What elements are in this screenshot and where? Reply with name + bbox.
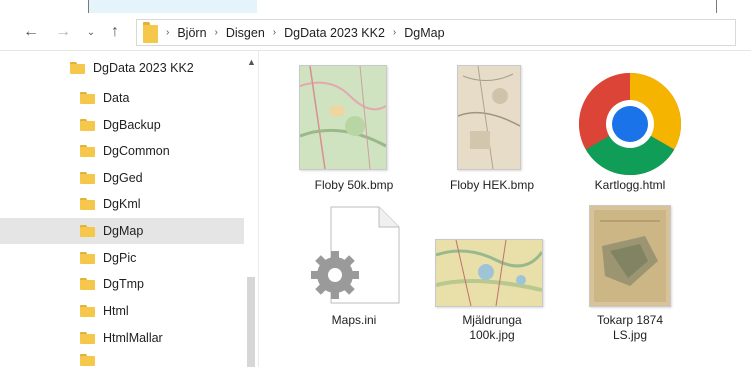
sidebar-item-label: Data: [103, 91, 130, 105]
map-thumbnail: [457, 65, 521, 170]
recent-locations-button[interactable]: ⌄: [80, 21, 102, 43]
chevron-down-icon: ⌄: [86, 26, 96, 38]
breadcrumb-dgmap[interactable]: DgMap: [404, 26, 444, 40]
file-name: Maps.ini: [331, 313, 377, 327]
chevron-right-icon: ›: [214, 27, 218, 38]
folder-icon: [80, 92, 95, 104]
sidebar-item-label: DgCommon: [103, 144, 170, 158]
folder-icon: [80, 172, 95, 184]
sidebar-item-label: DgKml: [103, 197, 141, 211]
folder-icon: [80, 225, 95, 237]
sidebar-item-data[interactable]: Data: [0, 85, 244, 111]
folder-icon: [80, 119, 95, 131]
sidebar-item-dgmap[interactable]: DgMap: [0, 218, 244, 244]
sidebar-scrollbar[interactable]: ▲: [244, 51, 258, 367]
sidebar-item-label: HtmlMallar: [103, 331, 163, 345]
file-name-line: LS.jpg: [612, 328, 648, 342]
sidebar-item-dgbackup[interactable]: DgBackup: [0, 112, 244, 138]
sidebar-item-dgkml[interactable]: DgKml: [0, 191, 244, 217]
file-item[interactable]: Mjäldrunga 100k.jpg: [427, 201, 557, 346]
chevron-right-icon: ›: [392, 27, 397, 38]
sidebar-item-label: DgMap: [103, 224, 144, 238]
forward-arrow-icon: →: [55, 23, 71, 40]
sidebar-item-label: DgGed: [103, 171, 143, 185]
address-bar[interactable]: › Björn › Disgen › DgData 2023 KK2 › DgM…: [136, 19, 736, 46]
back-button[interactable]: ←: [20, 21, 42, 43]
file-name: Kartlogg.html: [594, 178, 666, 192]
sidebar-item-label: DgTmp: [103, 277, 144, 291]
file-name: Floby 50k.bmp: [314, 178, 394, 192]
folder-icon: [70, 62, 85, 74]
file-item[interactable]: Maps.ini: [289, 201, 419, 346]
map-thumbnail: [435, 239, 543, 307]
breadcrumb-bjorn[interactable]: Björn: [177, 26, 206, 40]
file-item[interactable]: Kartlogg.html: [565, 61, 695, 196]
breadcrumb-dgdata[interactable]: DgData 2023 KK2: [284, 26, 385, 40]
file-item[interactable]: Floby HEK.bmp: [427, 61, 557, 196]
map-thumbnail: [589, 205, 671, 307]
strip-edge: [716, 0, 717, 13]
back-arrow-icon: ←: [23, 23, 39, 40]
sidebar-item-label: Html: [103, 304, 129, 318]
breadcrumb-disgen[interactable]: Disgen: [226, 26, 265, 40]
folder-icon: [80, 278, 95, 290]
file-name: Floby HEK.bmp: [449, 178, 535, 192]
scrollbar-thumb[interactable]: [247, 277, 255, 367]
scroll-up-icon[interactable]: ▲: [247, 57, 256, 67]
up-button[interactable]: ↑: [104, 21, 126, 43]
strip-selection: [88, 0, 257, 13]
sidebar-item-dgcommon[interactable]: DgCommon: [0, 138, 244, 164]
file-item[interactable]: Floby 50k.bmp: [289, 61, 419, 196]
sidebar-item-partial[interactable]: [0, 353, 244, 367]
folder-icon: [80, 198, 95, 210]
previous-window-strip: [0, 0, 751, 15]
folder-icon: [80, 354, 95, 366]
navigation-pane: DgData 2023 KK2 Data DgBackup DgCommon D…: [0, 51, 259, 367]
navigation-bar: ← → ⌄ ↑ › Björn › Disgen › DgData 2023 K…: [0, 14, 751, 51]
sidebar-item-dgpic[interactable]: DgPic: [0, 245, 244, 271]
sidebar-item-dgtmp[interactable]: DgTmp: [0, 271, 244, 297]
folder-icon: [80, 305, 95, 317]
settings-file-icon: [311, 206, 400, 304]
up-arrow-icon: ↑: [111, 23, 119, 40]
chevron-right-icon: ›: [166, 27, 170, 38]
folder-icon: [80, 332, 95, 344]
sidebar-item-label: DgData 2023 KK2: [93, 61, 194, 75]
file-name-line: Tokarp 1874: [596, 313, 664, 327]
sidebar-item-label: DgBackup: [103, 118, 161, 132]
sidebar-item-dgdata[interactable]: DgData 2023 KK2: [0, 55, 244, 81]
file-name-line: Mjäldrunga: [462, 313, 522, 327]
chrome-icon: [578, 72, 682, 176]
folder-icon: [80, 252, 95, 264]
folder-icon: [80, 145, 95, 157]
chevron-right-icon: ›: [272, 27, 277, 38]
sidebar-item-label: DgPic: [103, 251, 137, 265]
file-view: Floby 50k.bmp Floby HEK.bmp Kartlogg.htm…: [259, 51, 751, 367]
file-item[interactable]: Tokarp 1874 LS.jpg: [565, 201, 695, 346]
file-name-line: 100k.jpg: [469, 328, 515, 342]
sidebar-item-html[interactable]: Html: [0, 298, 244, 324]
sidebar-item-dgged[interactable]: DgGed: [0, 165, 244, 191]
map-thumbnail: [299, 65, 387, 170]
folder-icon: [143, 22, 158, 43]
sidebar-item-htmlmallar[interactable]: HtmlMallar: [0, 325, 244, 351]
forward-button[interactable]: →: [52, 21, 74, 43]
